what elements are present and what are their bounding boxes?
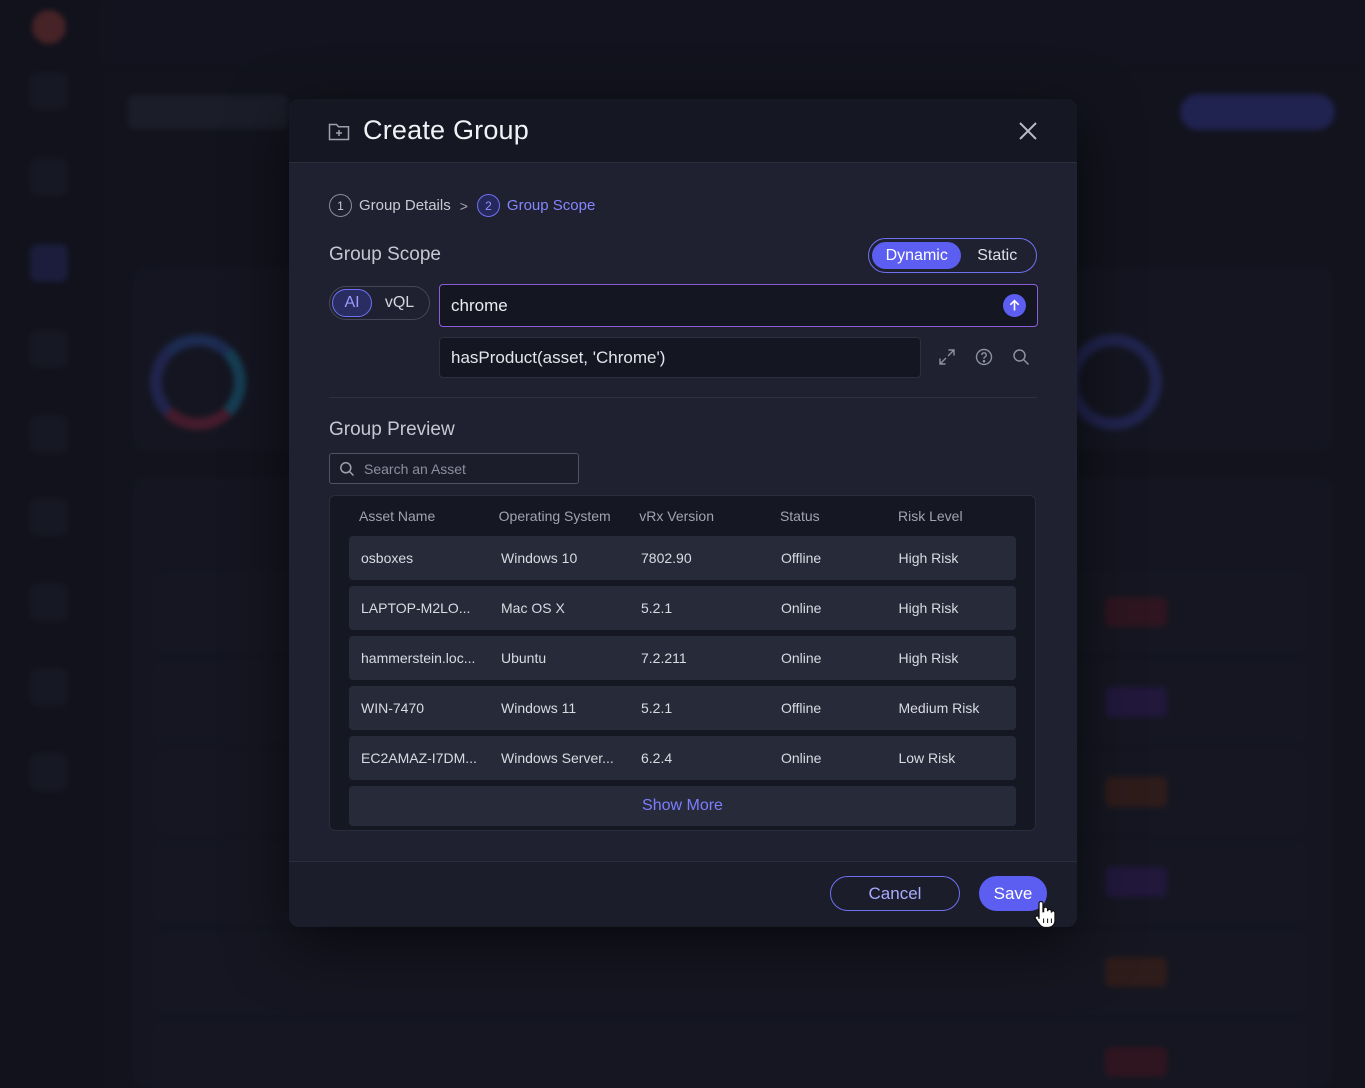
step-label: Group Details [359, 197, 451, 214]
help-button[interactable] [974, 347, 994, 367]
generated-vql: hasProduct(asset, 'Chrome') [439, 337, 921, 378]
cell-os: Ubuntu [501, 650, 547, 666]
section-divider [329, 397, 1037, 398]
step-separator: > [459, 197, 468, 214]
cell-version: 6.2.4 [641, 750, 673, 766]
cell-version: 5.2.1 [641, 600, 673, 616]
cell-risk: Medium Risk [898, 700, 980, 716]
help-icon [975, 348, 993, 366]
cell-os: Windows Server... [501, 750, 614, 766]
step-label: Group Scope [506, 197, 596, 214]
close-icon [1019, 122, 1037, 140]
arrow-up-icon [1009, 299, 1020, 311]
column-header: Risk Level [897, 508, 963, 524]
cell-os: Mac OS X [501, 600, 565, 616]
search-icon [340, 461, 355, 476]
step-number: 2 [476, 194, 500, 217]
group-preview-title: Group Preview [329, 419, 455, 440]
mode-static[interactable]: Static [961, 242, 1033, 269]
show-more-button[interactable]: Show More [349, 786, 1016, 826]
scope-mode-toggle: Dynamic Static [868, 238, 1037, 273]
cell-risk: High Risk [898, 550, 959, 566]
cell-risk: High Risk [898, 650, 959, 666]
expand-button[interactable] [937, 347, 957, 367]
cell-asset-name: WIN-7470 [361, 700, 425, 716]
expand-icon [939, 349, 955, 365]
lang-vql[interactable]: vQL [372, 289, 427, 317]
cell-status: Online [781, 600, 822, 616]
stepper: 1 Group Details > 2 Group Scope [329, 194, 595, 217]
folder-plus-icon [327, 119, 351, 143]
cell-version: 5.2.1 [641, 700, 673, 716]
modal-header: Create Group [289, 99, 1077, 163]
asset-search-input[interactable] [364, 460, 569, 477]
cell-os: Windows 11 [501, 700, 577, 716]
cell-risk: Low Risk [898, 750, 956, 766]
query-field [439, 284, 1038, 327]
mode-dynamic[interactable]: Dynamic [872, 242, 962, 269]
column-header: Asset Name [359, 508, 436, 524]
cell-asset-name: EC2AMAZ-I7DM... [361, 750, 477, 766]
cell-risk: High Risk [898, 600, 959, 616]
step-group-details[interactable]: 1 Group Details [329, 194, 451, 217]
cell-status: Online [781, 650, 822, 666]
cell-status: Online [781, 750, 822, 766]
search-icon [1013, 349, 1030, 366]
column-header: vRx Version [639, 508, 714, 524]
step-group-scope[interactable]: 2 Group Scope [476, 194, 596, 217]
modal-footer: Cancel Save [289, 861, 1077, 927]
asset-search [329, 453, 579, 484]
table-header: Asset Name Operating System vRx Version … [349, 496, 1016, 536]
cell-asset-name: osboxes [361, 550, 414, 566]
cell-version: 7.2.211 [641, 650, 687, 666]
hand-cursor-icon [1034, 900, 1056, 929]
create-group-modal: Create Group 1 Group Details > 2 Group S… [289, 99, 1077, 927]
table-row[interactable]: WIN-7470 Windows 11 5.2.1 Offline Medium… [349, 686, 1016, 730]
search-vql-button[interactable] [1011, 347, 1031, 367]
modal-title: Create Group [363, 115, 529, 145]
cell-asset-name: hammerstein.loc... [361, 650, 476, 666]
preview-table: Asset Name Operating System vRx Version … [329, 495, 1036, 831]
close-button[interactable] [1015, 118, 1041, 144]
table-row[interactable]: EC2AMAZ-I7DM... Windows Server... 6.2.4 … [349, 736, 1016, 780]
query-input[interactable] [451, 295, 1003, 316]
cell-status: Offline [781, 700, 822, 716]
group-scope-title: Group Scope [329, 244, 441, 265]
cancel-button[interactable]: Cancel [830, 876, 960, 911]
cell-status: Offline [781, 550, 822, 566]
table-row[interactable]: hammerstein.loc... Ubuntu 7.2.211 Online… [349, 636, 1016, 680]
submit-query-button[interactable] [1003, 294, 1026, 317]
table-row[interactable]: osboxes Windows 10 7802.90 Offline High … [349, 536, 1016, 580]
cell-asset-name: LAPTOP-M2LO... [361, 600, 471, 616]
column-header: Operating System [498, 508, 611, 524]
cell-version: 7802.90 [641, 550, 692, 566]
step-number: 1 [329, 194, 352, 217]
table-row[interactable]: LAPTOP-M2LO... Mac OS X 5.2.1 Online Hig… [349, 586, 1016, 630]
query-language-toggle: AI vQL [329, 286, 430, 320]
lang-ai[interactable]: AI [332, 289, 372, 317]
column-header: Status [779, 508, 820, 524]
cell-os: Windows 10 [501, 550, 578, 566]
